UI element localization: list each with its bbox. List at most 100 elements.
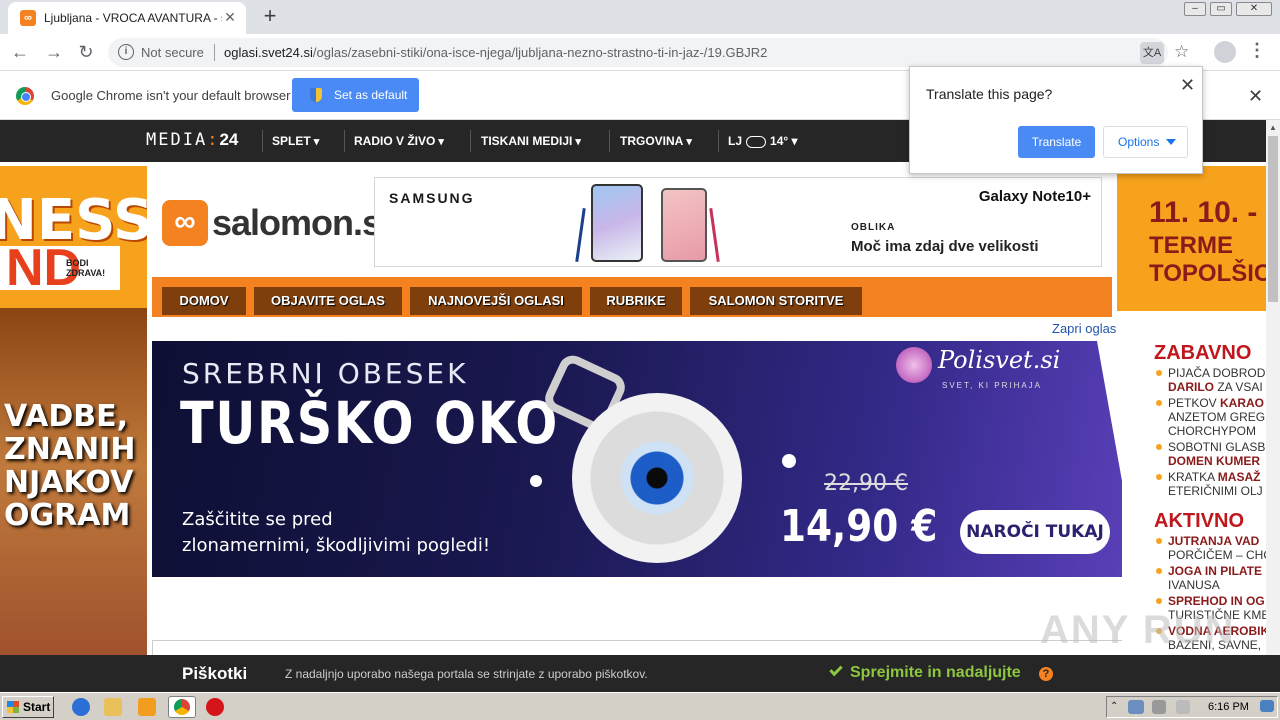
translate-icon[interactable]: 文A: [1140, 42, 1164, 64]
item-text: PORČIČEM – CHO: [1168, 548, 1266, 562]
new-tab-button[interactable]: +: [258, 5, 282, 29]
help-icon[interactable]: ?: [1039, 667, 1053, 681]
item-bold: JUTRANJA VAD: [1168, 534, 1260, 548]
start-button[interactable]: Start: [2, 696, 54, 718]
decor-dot: [782, 454, 796, 468]
show-desktop-icon[interactable]: [1260, 700, 1274, 712]
nav-trgovina[interactable]: TRGOVINA: [620, 134, 692, 148]
nav-radio[interactable]: RADIO V ŽIVO: [354, 134, 444, 148]
nav-splet[interactable]: SPLET: [272, 134, 319, 148]
bookmark-star-icon[interactable]: ☆: [1174, 42, 1189, 62]
not-secure-label[interactable]: Not secure: [141, 45, 204, 60]
window-close-button[interactable]: ✕: [1236, 2, 1272, 16]
media24-logo[interactable]: MEDIA:24: [146, 130, 238, 150]
cookie-text: Z nadaljnjo uporabo našega portala se st…: [285, 667, 648, 681]
nav-domov[interactable]: DOMOV: [162, 287, 246, 315]
explorer-icon[interactable]: [104, 698, 122, 716]
chrome-menu-icon[interactable]: ⋮: [1248, 40, 1266, 61]
nav-salomon-storitve[interactable]: SALOMON STORITVE: [690, 287, 862, 315]
item-text: ZA VSAI: [1214, 380, 1263, 394]
browser-tab[interactable]: ∞ Ljubljana - VROCA AVANTURA - salo ✕: [8, 2, 246, 34]
maximize-button[interactable]: ▭: [1210, 2, 1232, 16]
flag-icon[interactable]: [1176, 700, 1190, 714]
media-player-icon[interactable]: [138, 698, 156, 716]
info-icon[interactable]: i: [118, 44, 134, 60]
stop-icon[interactable]: [206, 698, 224, 716]
address-bar[interactable]: i Not secure oglasi.svet24.si/oglas/zase…: [108, 38, 1189, 67]
right-skyscraper-ad[interactable]: 11. 10. - TERME TOPOLŠIC ZABAVNO PIJAČA …: [1117, 166, 1266, 655]
translate-button[interactable]: Translate: [1018, 126, 1095, 158]
tab-close-icon[interactable]: ✕: [222, 9, 238, 25]
accept-cookies-button[interactable]: Sprejmite in nadaljujte: [829, 662, 1021, 682]
scrollbar-thumb[interactable]: [1268, 136, 1278, 302]
list-item: SOBOTNI GLASB DOMEN KUMER: [1153, 440, 1266, 468]
volume-icon[interactable]: [1152, 700, 1166, 714]
shield-icon: [310, 88, 322, 102]
item-text: IVANUSA: [1168, 578, 1220, 592]
turkish-eye-banner-ad[interactable]: SREBRNI OBESEK TURŠKO OKO Zaščitite se p…: [152, 341, 1122, 577]
content-box: [152, 640, 1122, 655]
nav-divider: [609, 130, 610, 152]
close-ad-link[interactable]: Zapri oglas: [1052, 321, 1116, 336]
set-as-default-label: Set as default: [334, 88, 408, 102]
list-item: PETKOV KARAO ANZETOM GREG CHORCHYPOM: [1153, 396, 1266, 438]
nav-objavite-oglas[interactable]: OBJAVITE OGLAS: [254, 287, 402, 315]
reload-button[interactable]: ↻: [74, 40, 98, 64]
nav-najnovejsi-oglasi[interactable]: NAJNOVEJŠI OGLASI: [410, 287, 582, 315]
accept-label: Sprejmite in nadaljujte: [850, 664, 1021, 681]
nav-divider: [470, 130, 471, 152]
list-item: JOGA IN PILATE IVANUSA: [1153, 564, 1266, 592]
samsung-tagline: Moč ima zdaj dve velikosti: [851, 238, 1039, 255]
network-icon[interactable]: [1128, 700, 1144, 714]
scroll-up-icon[interactable]: ▲: [1269, 123, 1277, 132]
checkmark-icon: [829, 662, 843, 677]
profile-avatar[interactable]: [1214, 41, 1236, 63]
infobar-close-icon[interactable]: ✕: [1248, 86, 1263, 107]
evil-eye-pendant-image: [572, 393, 742, 563]
left-skyscraper-ad[interactable]: NESS ND BODI ZDRAVA! VADBE, ZNANIH NJAKO…: [0, 166, 147, 655]
left-ad-tagline: BODI ZDRAVA!: [66, 258, 106, 278]
minimize-button[interactable]: –: [1184, 2, 1206, 16]
tab-title: Ljubljana - VROCA AVANTURA - salo: [44, 11, 222, 25]
item-bold: KARAO: [1220, 396, 1265, 410]
tray-arrow-icon[interactable]: ⌃: [1110, 701, 1120, 713]
back-button[interactable]: ←: [8, 40, 32, 64]
list-item: KRATKA MASAŽ ETERIČNIMI OLJ: [1153, 470, 1266, 498]
item-text: PIJAČA DOBROD: [1168, 366, 1266, 380]
taskbar-clock[interactable]: 6:16 PM: [1208, 701, 1249, 713]
weather-widget[interactable]: LJ 14° ▾: [728, 134, 798, 148]
salomon-logo-text: salomon.si: [212, 202, 391, 243]
polisvet-logo-icon: [896, 347, 932, 383]
item-bold: SPREHOD IN OG: [1168, 594, 1265, 608]
phone-image: [591, 184, 643, 262]
translate-close-icon[interactable]: ✕: [1180, 75, 1195, 96]
forward-button[interactable]: →: [42, 40, 66, 64]
samsung-banner-ad[interactable]: SAMSUNG Galaxy Note10+ OBLIKA Moč ima zd…: [374, 177, 1102, 267]
samsung-model: Galaxy Note10+: [978, 188, 1091, 205]
item-bold: MASAŽ: [1217, 470, 1261, 484]
set-as-default-button[interactable]: Set as default: [292, 78, 419, 112]
options-button[interactable]: Options: [1103, 126, 1188, 158]
ie-icon[interactable]: [72, 698, 90, 716]
translate-question: Translate this page?: [926, 86, 1053, 102]
s-pen-image: [575, 208, 586, 262]
right-ad-date: 11. 10. -: [1149, 196, 1258, 229]
media24-logo-num: 24: [219, 130, 239, 149]
media24-logo-dots: :: [207, 130, 220, 150]
banner-old-price: 22,90 €: [824, 471, 908, 496]
s-pen-image: [709, 208, 720, 262]
right-ad-list-zabavno: PIJAČA DOBROD DARILO ZA VSAI PETKOV KARAO…: [1153, 366, 1266, 500]
omnibox-divider: [214, 44, 215, 61]
web-page: MEDIA:24 SPLET RADIO V ŽIVO TISKANI MEDI…: [0, 120, 1266, 655]
right-ad-header: 11. 10. - TERME TOPOLŠIC: [1117, 166, 1266, 311]
page-scrollbar[interactable]: ▲: [1266, 120, 1280, 655]
item-text: PETKOV: [1168, 396, 1221, 410]
nav-tiskani-mediji[interactable]: TISKANI MEDIJI: [481, 134, 581, 148]
url-text[interactable]: oglasi.svet24.si/oglas/zasebni-stiki/ona…: [224, 45, 767, 60]
order-here-button[interactable]: NAROČI TUKAJ: [960, 510, 1110, 554]
samsung-label: OBLIKA: [851, 222, 896, 233]
nav-rubrike[interactable]: RUBRIKE: [590, 287, 682, 315]
banner-brand-sub: SVET, KI PRIHAJA: [942, 381, 1043, 390]
banner-brand: Polisvet.si: [938, 346, 1061, 374]
weather-temp: 14°: [770, 134, 789, 148]
